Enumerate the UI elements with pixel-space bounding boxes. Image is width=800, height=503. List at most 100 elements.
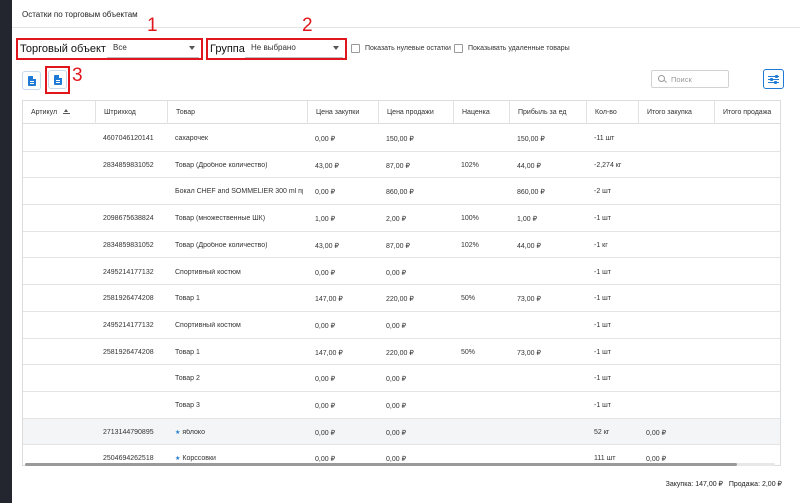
cell-barcode: 2713144790895 (103, 428, 154, 436)
cell-buy: 0,00 ₽ (315, 269, 336, 277)
search-icon (658, 75, 665, 82)
cell-sell: 860,00 ₽ (386, 189, 414, 197)
column-header-sell-price[interactable]: Цена продажи (378, 101, 453, 124)
cell-barcode: 2834859831052 (103, 241, 154, 249)
show-zero-label[interactable]: Показать нулевые остатки (365, 45, 451, 52)
cell-buy: 0,00 ₽ (315, 429, 336, 437)
table-row[interactable]: 2834859831052 Товар (Дробное количество) 4… (23, 152, 780, 179)
annotation-1: 1 (147, 15, 158, 36)
report-window: Остатки по торговым объектам 1 Торговый … (12, 0, 800, 503)
stock-table: Артикул Штрихкод Товар Цена закупки Цена… (22, 100, 781, 466)
cell-barcode: 2834859831052 (103, 161, 154, 169)
table-row[interactable]: 4607046120141 сахарочек 0,00 ₽ 150,00 ₽ 150,… (23, 125, 780, 152)
horizontal-scrollbar[interactable] (22, 462, 781, 467)
cell-qty: 52 кг (594, 428, 610, 436)
table-row[interactable]: 2713144790895 ★ яблоко 0,00 ₽ 0,00 ₽ 52 кг 0,0… (23, 418, 780, 446)
column-header-buy-price[interactable]: Цена закупки (307, 101, 378, 124)
table-row[interactable]: Товар 3 0,00 ₽ 0,00 ₽ -1 шт (23, 392, 780, 419)
sort-icon[interactable] (63, 109, 70, 115)
cell-buy: 147,00 ₽ (315, 349, 343, 357)
cell-buy: 43,00 ₽ (315, 242, 339, 250)
export-excel-button[interactable] (22, 71, 41, 90)
column-header-total-sell[interactable]: Итого продажа (714, 101, 780, 124)
cell-product: Товар 1 (175, 295, 200, 303)
table-row[interactable]: 2495214177132 Спортивный костюм 0,00 ₽ 0,00… (23, 312, 780, 339)
cell-sell: 2,00 ₽ (386, 216, 407, 224)
cell-product: Бокал CHEF and SOMMELIER 300 ml пр... (175, 188, 303, 196)
cell-product: Товар 1 (175, 348, 200, 356)
search-input[interactable]: Поиск (651, 70, 729, 88)
cell-product: сахарочек (175, 135, 208, 142)
column-header-total-buy[interactable]: Итого закупка (638, 101, 714, 124)
show-deleted-label[interactable]: Показывать удаленные товары (468, 45, 570, 52)
annotation-2: 2 (302, 15, 313, 36)
cell-profit: 73,00 ₽ (517, 296, 541, 304)
cell-markup: 102% (461, 161, 479, 169)
cell-qty: -1 шт (594, 375, 611, 383)
page-title: Остатки по торговым объектам (22, 10, 138, 19)
table-row[interactable]: Товар 2 0,00 ₽ 0,00 ₽ -1 шт (23, 365, 780, 392)
cell-product: Товар 3 (175, 402, 200, 409)
store-select-value: Все (113, 43, 127, 52)
store-select[interactable]: Все (107, 39, 199, 58)
cell-markup: 100% (461, 215, 479, 223)
column-header-barcode[interactable]: Штрихкод (95, 101, 167, 124)
column-header-profit[interactable]: Прибыль за ед (509, 101, 586, 124)
table-row[interactable]: 2581926474208 Товар 1 147,00 ₽ 220,00 ₽ 50% 7… (23, 285, 780, 312)
group-select[interactable]: Не выбрано (245, 39, 343, 58)
column-header-qty[interactable]: Кол-во (586, 101, 638, 124)
cell-sell: 0,00 ₽ (386, 376, 407, 384)
cell-sell: 0,00 ₽ (386, 403, 407, 410)
cell-barcode: 4607046120141 (103, 135, 154, 142)
cell-profit: 44,00 ₽ (517, 162, 541, 170)
cell-sell: 0,00 ₽ (386, 269, 407, 277)
cell-sell: 87,00 ₽ (386, 242, 410, 250)
cell-buy: 0,00 ₽ (315, 403, 336, 410)
cell-product: Товар (Дробное количество) (175, 161, 268, 169)
export-pdf-button[interactable] (48, 70, 67, 89)
cell-profit: 1,00 ₽ (517, 216, 538, 224)
table-row[interactable]: 2098675638824 Товар (множественные ШК) 1,0… (23, 205, 780, 232)
cell-sell: 220,00 ₽ (386, 296, 414, 304)
file-icon (27, 75, 36, 86)
show-deleted-checkbox[interactable] (454, 44, 463, 53)
table-row[interactable]: Бокал CHEF and SOMMELIER 300 ml пр... 0,0… (23, 178, 780, 206)
cell-sell: 220,00 ₽ (386, 349, 414, 357)
cell-markup: 102% (461, 241, 479, 249)
cell-product: Спортивный костюм (175, 321, 241, 329)
cell-buy: 0,00 ₽ (315, 189, 336, 197)
table-header: Артикул Штрихкод Товар Цена закупки Цена… (23, 101, 780, 124)
cell-qty: -2 шт (594, 188, 611, 196)
column-settings-button[interactable] (763, 69, 784, 89)
cell-qty: -1 шт (594, 295, 611, 303)
table-row[interactable]: 2581926474208 Товар 1 147,00 ₽ 220,00 ₽ 50% 7… (23, 339, 780, 366)
group-filter-label: Группа (210, 43, 245, 55)
totals-summary: Закупка: 147,00 ₽ Продажа: 2,00 ₽ (666, 480, 782, 488)
column-header-markup[interactable]: Наценка (453, 101, 509, 124)
total-sale: Продажа: 2,00 ₽ (728, 481, 782, 488)
header-divider (12, 27, 800, 28)
total-purchase: Закупка: 147,00 ₽ (665, 481, 724, 488)
cell-profit: 44,00 ₽ (517, 242, 541, 250)
cell-sell: 150,00 ₽ (386, 136, 414, 143)
chevron-down-icon (189, 46, 195, 50)
cell-buy: 43,00 ₽ (315, 162, 339, 170)
cell-total-buy: 0,00 ₽ (646, 429, 667, 437)
file-icon (53, 74, 62, 85)
table-row[interactable]: 2834859831052 Товар (Дробное количество) 4… (23, 232, 780, 259)
cell-qty: -1 шт (594, 348, 611, 356)
cell-product: Спортивный костюм (175, 268, 241, 276)
cell-qty: -1 шт (594, 215, 611, 223)
cell-buy: 0,00 ₽ (315, 376, 336, 384)
table-row[interactable]: 2495214177132 Спортивный костюм 0,00 ₽ 0,00… (23, 259, 780, 286)
cell-qty: -1 шт (594, 268, 611, 276)
column-header-article[interactable]: Артикул (23, 101, 95, 124)
cell-buy: 0,00 ₽ (315, 136, 336, 143)
column-header-product[interactable]: Товар (167, 101, 307, 124)
scrollbar-thumb[interactable] (25, 463, 737, 466)
cell-profit: 860,00 ₽ (517, 189, 545, 197)
star-icon: ★ (175, 429, 181, 436)
show-zero-checkbox[interactable] (351, 44, 360, 53)
cell-buy: 1,00 ₽ (315, 216, 336, 224)
cell-product: Товар 2 (175, 375, 200, 383)
